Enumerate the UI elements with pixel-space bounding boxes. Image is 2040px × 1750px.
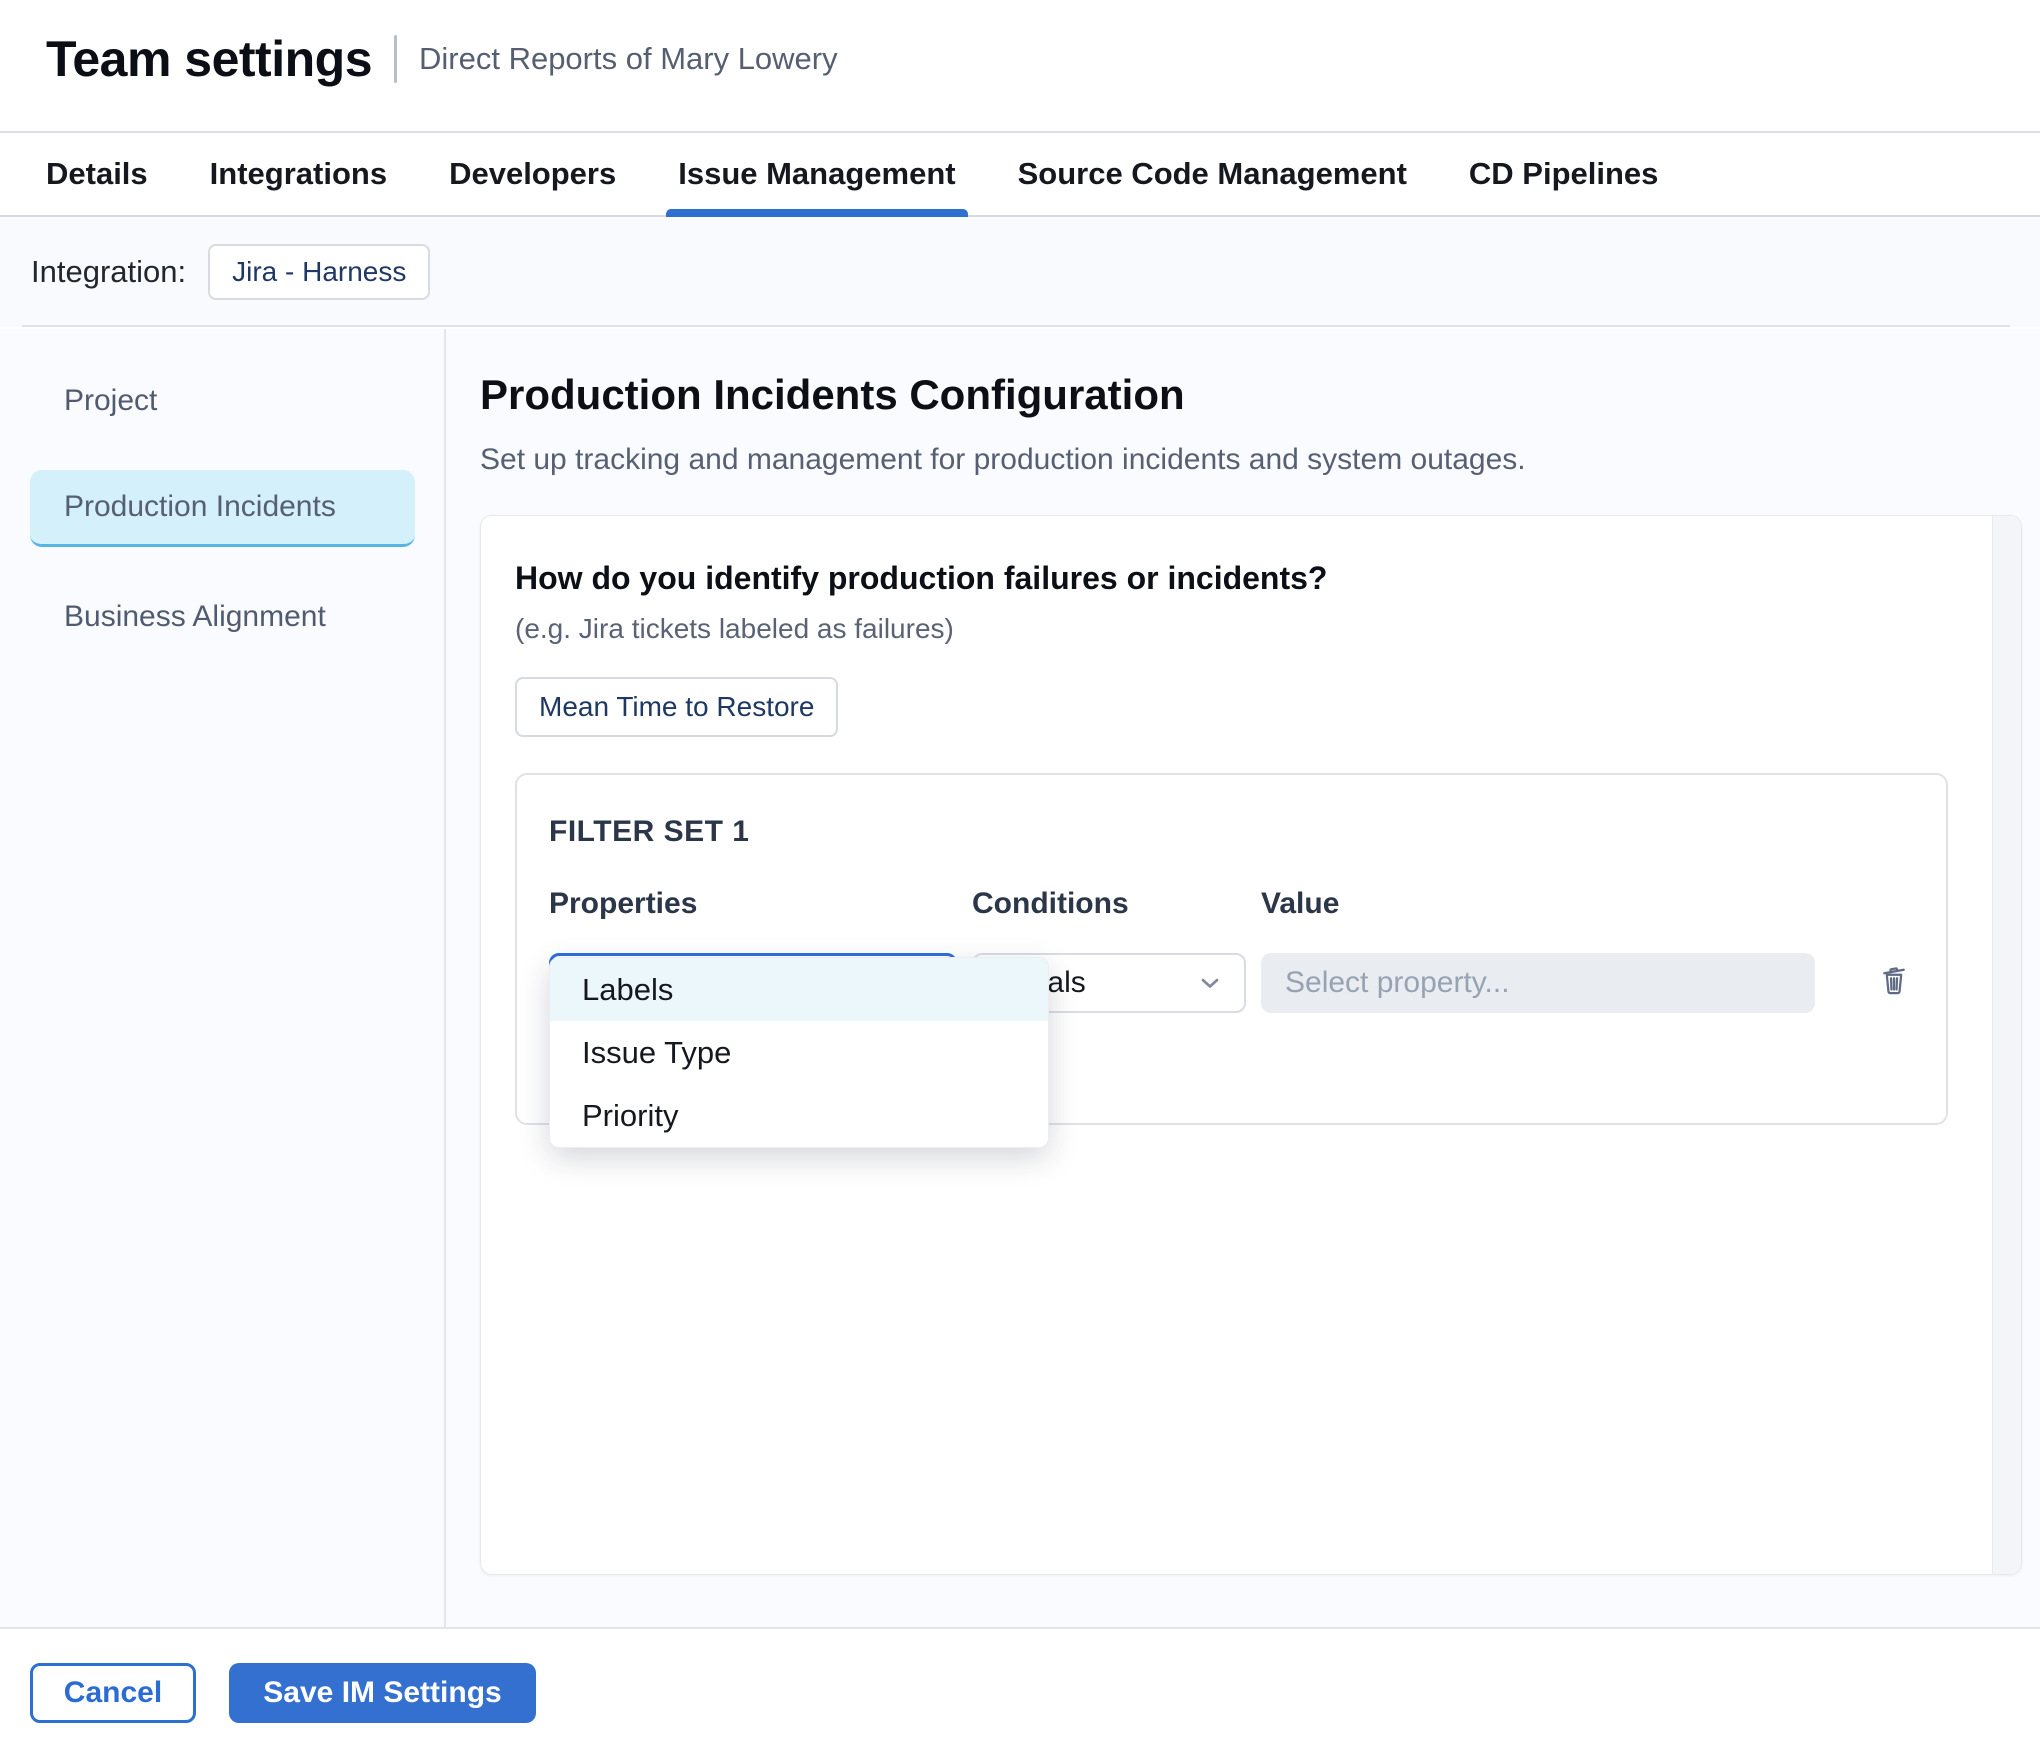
tab-developers[interactable]: Developers bbox=[437, 133, 628, 215]
dropdown-option-labels[interactable]: Labels bbox=[550, 958, 1048, 1021]
properties-label: Properties bbox=[549, 887, 957, 921]
conditions-label: Conditions bbox=[972, 887, 1246, 921]
value-column: Value bbox=[1261, 887, 1815, 1013]
main-panel: Production Incidents Configuration Set u… bbox=[446, 329, 2040, 1627]
question-heading: How do you identify production failures … bbox=[515, 560, 1956, 597]
mean-time-to-restore-chip[interactable]: Mean Time to Restore bbox=[515, 677, 838, 737]
incidents-config-card: How do you identify production failures … bbox=[480, 515, 2022, 1575]
chevron-down-icon bbox=[1196, 969, 1224, 997]
page-title: Team settings bbox=[46, 30, 372, 88]
section-description: Set up tracking and management for produ… bbox=[480, 443, 2022, 477]
integration-badge[interactable]: Jira - Harness bbox=[208, 244, 430, 300]
cancel-button[interactable]: Cancel bbox=[30, 1663, 196, 1723]
title-separator bbox=[394, 35, 397, 83]
settings-sidebar: Project Production Incidents Business Al… bbox=[0, 329, 446, 1627]
footer-actions: Cancel Save IM Settings bbox=[0, 1627, 2040, 1750]
save-im-settings-button[interactable]: Save IM Settings bbox=[229, 1663, 536, 1723]
content-region: Project Production Incidents Business Al… bbox=[0, 329, 2040, 1627]
tab-integrations[interactable]: Integrations bbox=[198, 133, 399, 215]
properties-column: Properties - Select property... - bbox=[549, 887, 957, 1013]
sidebar-item-business-alignment[interactable]: Business Alignment bbox=[30, 578, 415, 655]
trash-icon bbox=[1876, 961, 1912, 997]
integration-label: Integration: bbox=[31, 254, 186, 290]
filter-row: Properties - Select property... - bbox=[549, 887, 1914, 1013]
tab-cd-pipelines[interactable]: CD Pipelines bbox=[1457, 133, 1671, 215]
value-label: Value bbox=[1261, 887, 1815, 921]
tab-source-code-management[interactable]: Source Code Management bbox=[1006, 133, 1419, 215]
page-subtitle: Direct Reports of Mary Lowery bbox=[419, 41, 838, 77]
header: Team settings Direct Reports of Mary Low… bbox=[0, 0, 2040, 131]
dropdown-option-priority[interactable]: Priority bbox=[550, 1084, 1048, 1147]
sidebar-item-production-incidents[interactable]: Production Incidents bbox=[30, 470, 415, 547]
tab-details[interactable]: Details bbox=[34, 133, 160, 215]
delete-filter-button[interactable] bbox=[1874, 949, 1914, 1009]
sidebar-item-project[interactable]: Project bbox=[30, 362, 415, 439]
value-input[interactable] bbox=[1261, 953, 1815, 1013]
properties-dropdown: Labels Issue Type Priority bbox=[549, 957, 1049, 1148]
section-heading: Production Incidents Configuration bbox=[480, 371, 2022, 419]
dropdown-option-issue-type[interactable]: Issue Type bbox=[550, 1021, 1048, 1084]
scrollbar[interactable] bbox=[1992, 516, 2021, 1574]
tab-bar: Details Integrations Developers Issue Ma… bbox=[0, 131, 2040, 217]
integration-bar: Integration: Jira - Harness bbox=[0, 217, 2040, 327]
question-hint: (e.g. Jira tickets labeled as failures) bbox=[515, 613, 1956, 645]
filter-set-title: FILTER SET 1 bbox=[549, 815, 1914, 849]
title-row: Team settings Direct Reports of Mary Low… bbox=[46, 30, 838, 88]
filter-set-1: FILTER SET 1 Properties - Select propert… bbox=[515, 773, 1948, 1125]
tab-issue-management[interactable]: Issue Management bbox=[666, 133, 967, 215]
